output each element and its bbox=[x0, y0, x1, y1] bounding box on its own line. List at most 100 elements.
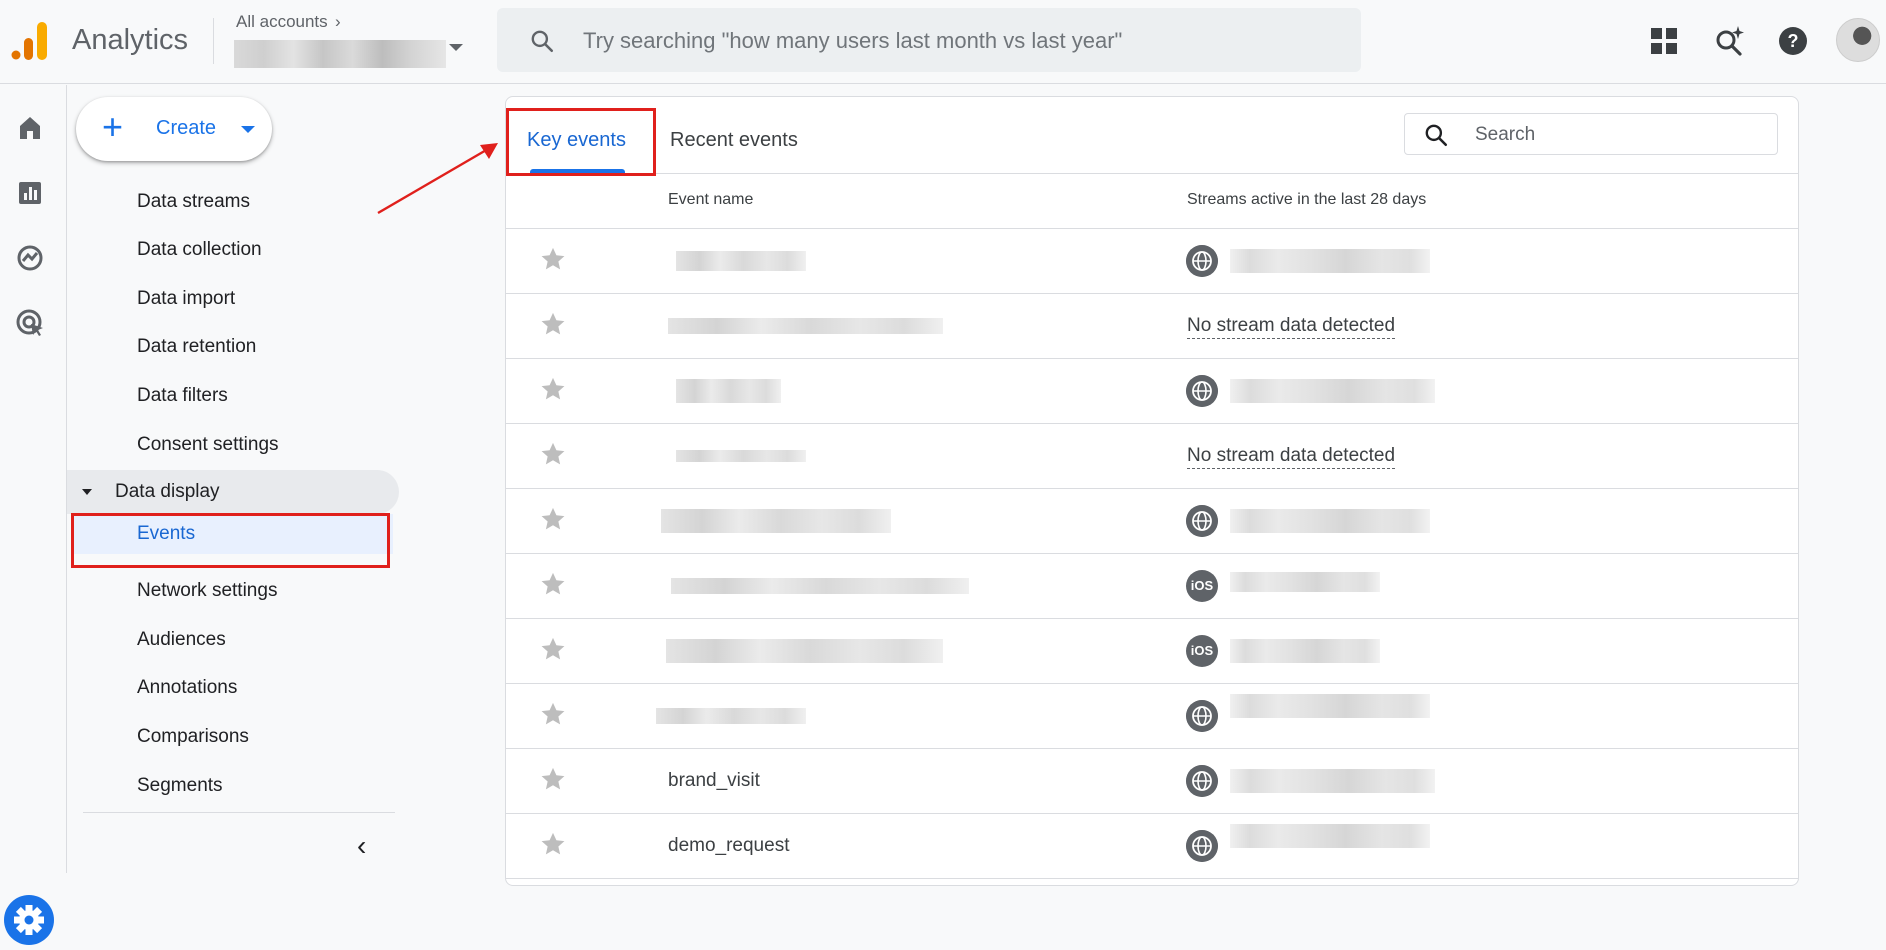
nav-item-data-retention[interactable]: Data retention bbox=[137, 336, 256, 358]
search-icon bbox=[531, 30, 554, 53]
event-name[interactable]: brand_visit bbox=[668, 770, 760, 792]
svg-text:?: ? bbox=[1788, 31, 1799, 51]
table-row[interactable]: demo_request bbox=[506, 814, 1798, 879]
app-title: Analytics bbox=[72, 24, 189, 56]
nav-item-data-import[interactable]: Data import bbox=[137, 288, 235, 310]
top-bar: Analytics All accounts › Try searching "… bbox=[0, 0, 1886, 84]
nav-item-comparisons[interactable]: Comparisons bbox=[137, 726, 249, 748]
table-row[interactable]: No stream data detected bbox=[506, 424, 1798, 489]
nav-item-segments[interactable]: Segments bbox=[137, 775, 223, 797]
reports-icon[interactable] bbox=[14, 177, 46, 209]
create-label: Create bbox=[156, 117, 217, 139]
nav-item-data-filters[interactable]: Data filters bbox=[137, 385, 228, 407]
stream-name-redacted bbox=[1230, 694, 1430, 718]
nav-section-label: Data display bbox=[115, 481, 220, 502]
nav-item-network-settings[interactable]: Network settings bbox=[137, 580, 277, 602]
admin-settings-button[interactable] bbox=[4, 895, 54, 945]
global-search-placeholder: Try searching "how many users last month… bbox=[583, 28, 1123, 53]
no-stream-data-text[interactable]: No stream data detected bbox=[1187, 445, 1396, 469]
nav-item-audiences[interactable]: Audiences bbox=[137, 629, 226, 651]
collapse-triangle-icon bbox=[82, 489, 92, 495]
event-name-redacted bbox=[676, 251, 806, 271]
star-icon[interactable] bbox=[539, 830, 567, 858]
annotation-arrow-icon bbox=[377, 143, 498, 215]
nav-item-consent-settings[interactable]: Consent settings bbox=[137, 434, 279, 456]
globe-icon bbox=[1186, 765, 1218, 797]
table-search-placeholder: Search bbox=[1475, 124, 1536, 145]
globe-icon bbox=[1186, 830, 1218, 862]
explore-icon[interactable] bbox=[14, 242, 46, 274]
table-row[interactable] bbox=[506, 229, 1798, 294]
event-name-redacted bbox=[668, 318, 943, 334]
admin-nav: + Create Data streams Data collection Da… bbox=[67, 85, 402, 873]
account-avatar[interactable] bbox=[1836, 18, 1880, 62]
nav-item-annotations[interactable]: Annotations bbox=[137, 677, 237, 699]
table-row[interactable]: No stream data detected bbox=[506, 294, 1798, 359]
nav-divider bbox=[83, 812, 395, 813]
create-button[interactable]: + Create bbox=[76, 97, 272, 161]
star-icon[interactable] bbox=[539, 245, 567, 273]
table-search-input[interactable]: Search bbox=[1404, 113, 1778, 155]
table-row[interactable]: brand_visit bbox=[506, 749, 1798, 814]
annotation-highlight-events-nav bbox=[71, 513, 390, 568]
table-row[interactable] bbox=[506, 359, 1798, 424]
plus-icon: + bbox=[102, 106, 124, 147]
star-icon[interactable] bbox=[539, 635, 567, 663]
stream-name-redacted bbox=[1230, 509, 1430, 533]
stream-name-redacted bbox=[1230, 769, 1435, 793]
gear-icon bbox=[14, 905, 44, 935]
event-name[interactable]: demo_request bbox=[668, 835, 789, 857]
column-header-event-name: Event name bbox=[668, 191, 754, 208]
star-icon[interactable] bbox=[539, 310, 567, 338]
nav-item-data-streams[interactable]: Data streams bbox=[137, 191, 250, 213]
stream-name-redacted bbox=[1230, 379, 1435, 403]
caret-down-icon bbox=[241, 126, 255, 133]
stream-name-redacted bbox=[1230, 249, 1430, 273]
tab-recent-events[interactable]: Recent events bbox=[670, 129, 798, 152]
stream-name-redacted bbox=[1230, 824, 1430, 848]
globe-icon bbox=[1186, 700, 1218, 732]
table-row[interactable] bbox=[506, 684, 1798, 749]
event-name-redacted bbox=[676, 450, 806, 462]
event-name-redacted bbox=[656, 708, 806, 724]
globe-icon bbox=[1186, 375, 1218, 407]
global-search-bar[interactable]: Try searching "how many users last month… bbox=[497, 8, 1361, 72]
table-row[interactable]: iOS bbox=[506, 554, 1798, 619]
events-card: Key events Recent events Search Event na… bbox=[505, 96, 1799, 886]
advertising-icon[interactable] bbox=[14, 307, 46, 339]
help-icon[interactable]: ? bbox=[1776, 24, 1810, 58]
home-icon[interactable] bbox=[14, 112, 46, 144]
ios-icon: iOS bbox=[1186, 635, 1218, 667]
tabs-divider bbox=[506, 173, 1798, 174]
annotation-highlight-key-events bbox=[506, 108, 656, 176]
chevron-right-icon: › bbox=[335, 12, 341, 31]
star-icon[interactable] bbox=[539, 375, 567, 403]
star-icon[interactable] bbox=[539, 440, 567, 468]
analytics-logo-icon[interactable] bbox=[10, 22, 50, 60]
table-row[interactable]: iOS bbox=[506, 619, 1798, 684]
ios-icon: iOS bbox=[1186, 570, 1218, 602]
collapse-nav-chevron-icon[interactable]: ‹ bbox=[357, 830, 366, 862]
no-stream-data-text[interactable]: No stream data detected bbox=[1187, 315, 1396, 339]
event-name-redacted bbox=[671, 578, 969, 594]
star-icon[interactable] bbox=[539, 570, 567, 598]
star-icon[interactable] bbox=[539, 505, 567, 533]
globe-icon bbox=[1186, 245, 1218, 277]
search-icon bbox=[1425, 124, 1448, 147]
table-row[interactable] bbox=[506, 489, 1798, 554]
stream-name-redacted bbox=[1230, 572, 1380, 592]
nav-item-data-collection[interactable]: Data collection bbox=[137, 239, 262, 261]
apps-grid-icon[interactable] bbox=[1647, 24, 1681, 58]
nav-section-data-display[interactable]: Data display bbox=[67, 470, 399, 514]
globe-icon bbox=[1186, 505, 1218, 537]
all-accounts-link[interactable]: All accounts bbox=[236, 12, 328, 32]
event-name-redacted bbox=[661, 509, 891, 533]
event-name-redacted bbox=[666, 639, 943, 663]
insights-search-icon[interactable] bbox=[1712, 24, 1746, 58]
account-property-selector[interactable] bbox=[234, 40, 446, 68]
star-icon[interactable] bbox=[539, 700, 567, 728]
dropdown-caret-icon[interactable] bbox=[449, 44, 463, 51]
star-icon[interactable] bbox=[539, 765, 567, 793]
stream-name-redacted bbox=[1230, 639, 1380, 663]
event-name-redacted bbox=[676, 379, 781, 403]
